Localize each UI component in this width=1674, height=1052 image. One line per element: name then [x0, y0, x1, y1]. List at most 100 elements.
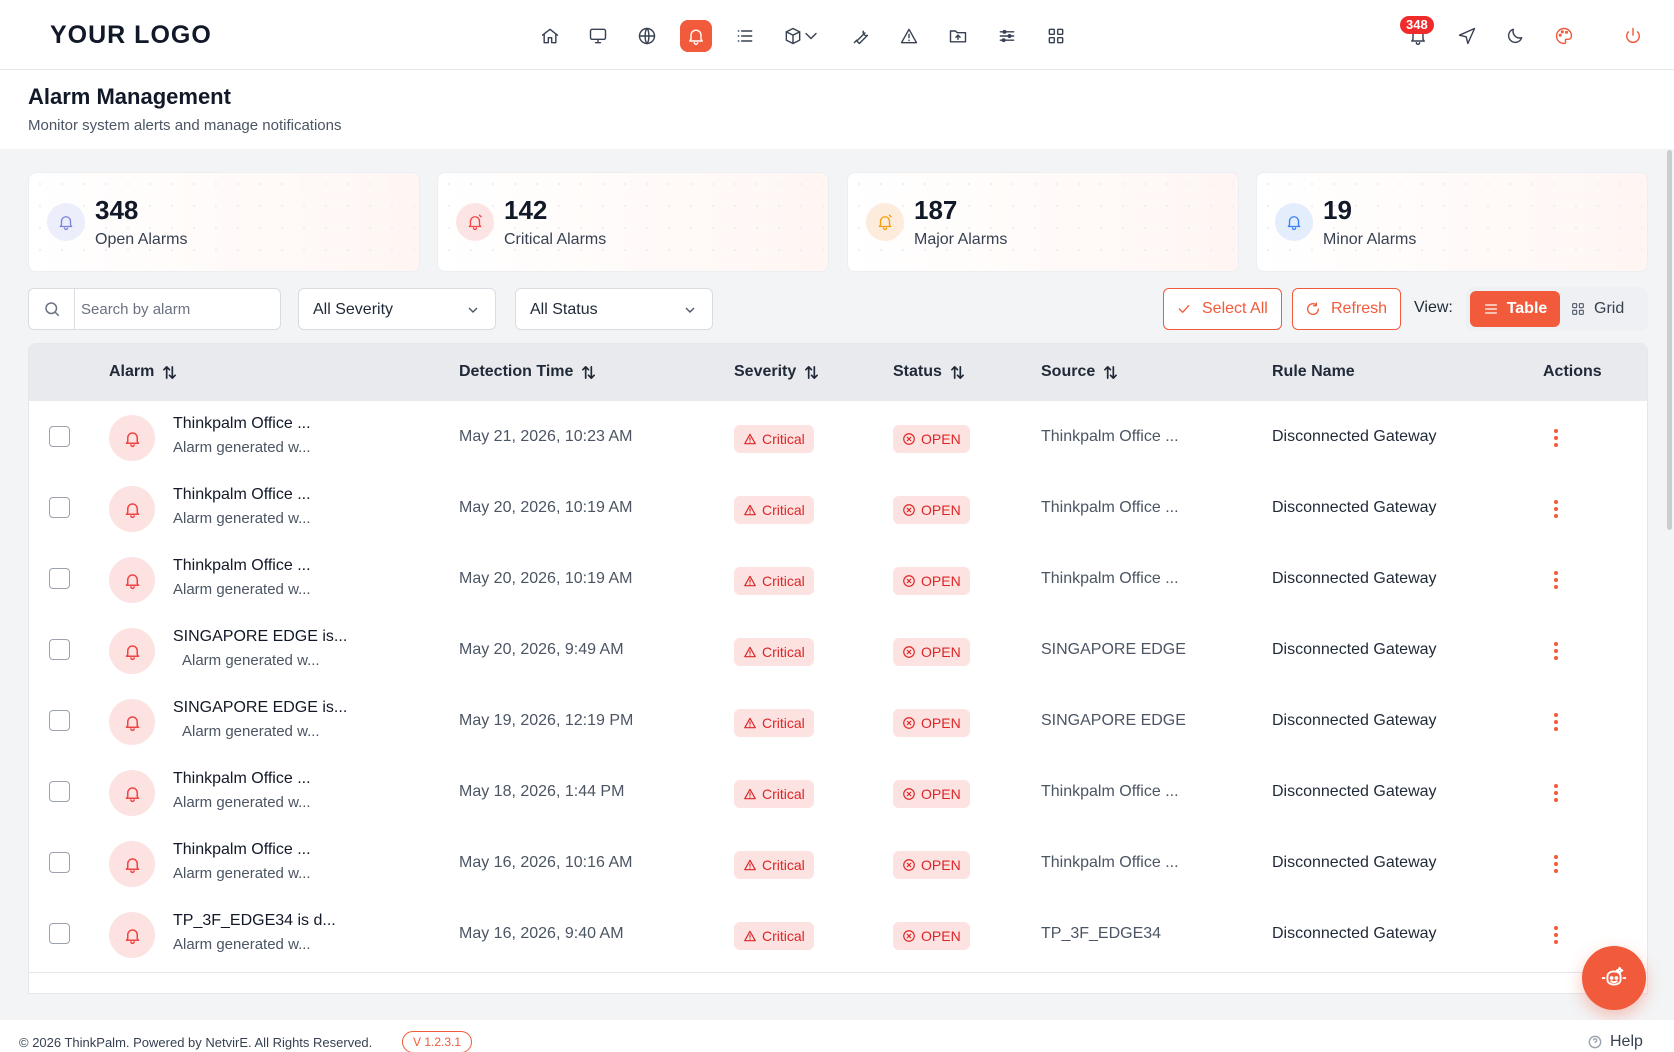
- stat-card-open[interactable]: 348 Open Alarms: [28, 172, 420, 272]
- wrench-icon[interactable]: [845, 20, 877, 52]
- table-row[interactable]: Thinkpalm Office ... Alarm generated w...…: [29, 827, 1647, 902]
- view-table-button[interactable]: Table: [1470, 291, 1560, 327]
- alarm-title[interactable]: Thinkpalm Office ...: [173, 770, 311, 788]
- more-actions-icon[interactable]: [1550, 498, 1562, 520]
- send-icon[interactable]: [1451, 20, 1483, 52]
- detection-time: May 16, 2026, 9:40 AM: [459, 925, 624, 942]
- bell-icon: [1275, 203, 1313, 241]
- table-row[interactable]: SINGAPORE EDGE is... Alarm generated w...…: [29, 685, 1647, 760]
- stat-label: Minor Alarms: [1323, 231, 1417, 248]
- moon-icon[interactable]: [1499, 20, 1531, 52]
- stat-value: 187: [914, 195, 958, 225]
- refresh-button[interactable]: Refresh: [1292, 288, 1401, 330]
- alarm-title[interactable]: SINGAPORE EDGE is...: [173, 628, 347, 646]
- grid-icon[interactable]: [1040, 20, 1072, 52]
- sliders-icon[interactable]: [991, 20, 1023, 52]
- more-actions-icon[interactable]: [1550, 711, 1562, 733]
- monitor-icon[interactable]: [582, 20, 614, 52]
- severity-badge: Critical: [734, 709, 814, 737]
- more-actions-icon[interactable]: [1550, 924, 1562, 946]
- table-row[interactable]: TP_3F_EDGE34 is d... Alarm generated w...…: [29, 898, 1647, 973]
- stat-card-critical[interactable]: 142 Critical Alarms: [437, 172, 829, 272]
- row-checkbox[interactable]: [49, 852, 70, 873]
- list-icon[interactable]: [729, 20, 761, 52]
- column-header-detection-time[interactable]: Detection Time: [459, 363, 596, 381]
- assistant-fab-button[interactable]: [1582, 946, 1646, 1010]
- column-header-source[interactable]: Source: [1041, 363, 1118, 381]
- row-checkbox[interactable]: [49, 923, 70, 944]
- rule-name-cell: Disconnected Gateway: [1272, 570, 1437, 587]
- column-label: Status: [893, 363, 942, 380]
- scrollbar[interactable]: [1667, 150, 1672, 530]
- view-grid-label: Grid: [1594, 300, 1625, 317]
- severity-label: Critical: [762, 502, 805, 518]
- logo[interactable]: YOUR LOGO: [50, 21, 212, 50]
- alarm-title[interactable]: Thinkpalm Office ...: [173, 557, 311, 575]
- select-all-button[interactable]: Select All: [1163, 288, 1282, 330]
- status-select[interactable]: All Status: [515, 288, 713, 330]
- source-cell: Thinkpalm Office ...: [1041, 570, 1179, 587]
- row-checkbox[interactable]: [49, 426, 70, 447]
- source-cell: SINGAPORE EDGE: [1041, 641, 1186, 658]
- row-checkbox[interactable]: [49, 497, 70, 518]
- grid-icon: [1572, 303, 1584, 315]
- alarm-title[interactable]: Thinkpalm Office ...: [173, 486, 311, 504]
- search-input[interactable]: [81, 289, 276, 329]
- alarm-description: Alarm generated w...: [173, 439, 311, 456]
- more-actions-icon[interactable]: [1550, 782, 1562, 804]
- bell-icon[interactable]: [680, 20, 712, 52]
- help-link[interactable]: Help: [1588, 1033, 1643, 1051]
- row-checkbox[interactable]: [49, 639, 70, 660]
- source-cell: Thinkpalm Office ...: [1041, 499, 1179, 516]
- folder-icon[interactable]: [942, 20, 974, 52]
- more-actions-icon[interactable]: [1550, 853, 1562, 875]
- alarm-title[interactable]: SINGAPORE EDGE is...: [173, 699, 347, 717]
- more-actions-icon[interactable]: [1550, 640, 1562, 662]
- alarm-title[interactable]: Thinkpalm Office ...: [173, 841, 311, 859]
- table-row[interactable]: SINGAPORE EDGE is... Alarm generated w...…: [29, 614, 1647, 689]
- more-actions-icon[interactable]: [1550, 569, 1562, 591]
- alarm-description: Alarm generated w...: [173, 581, 311, 598]
- home-icon[interactable]: [534, 20, 566, 52]
- alarm-description: Alarm generated w...: [173, 794, 311, 811]
- status-badge: OPEN: [893, 567, 970, 595]
- column-header-severity[interactable]: Severity: [734, 363, 819, 381]
- chevron-down-icon[interactable]: [798, 20, 824, 52]
- table-row[interactable]: Thinkpalm Office ... Alarm generated w...…: [29, 401, 1647, 476]
- alarms-table: Alarm Detection Time Severity Status Sou…: [28, 343, 1648, 994]
- table-row[interactable]: Thinkpalm Office ... Alarm generated w...…: [29, 543, 1647, 618]
- stat-card-major[interactable]: 187 Major Alarms: [847, 172, 1239, 272]
- warning-icon[interactable]: [893, 20, 925, 52]
- status-badge: OPEN: [893, 780, 970, 808]
- alarm-title[interactable]: Thinkpalm Office ...: [173, 415, 311, 433]
- alarm-title[interactable]: TP_3F_EDGE34 is d...: [173, 912, 336, 930]
- page-header: Alarm Management Monitor system alerts a…: [0, 70, 1674, 149]
- stat-label: Critical Alarms: [504, 231, 607, 248]
- status-badge: OPEN: [893, 851, 970, 879]
- column-header-alarm[interactable]: Alarm: [109, 363, 177, 381]
- table-row[interactable]: Thinkpalm Office ... Alarm generated w...…: [29, 756, 1647, 831]
- row-checkbox[interactable]: [49, 710, 70, 731]
- row-checkbox[interactable]: [49, 781, 70, 802]
- sort-icon: [950, 365, 964, 379]
- palette-icon[interactable]: [1548, 20, 1580, 52]
- robot-sparkle-icon: [1601, 966, 1627, 986]
- column-header-status[interactable]: Status: [893, 363, 965, 381]
- sort-icon: [582, 365, 596, 379]
- more-actions-icon[interactable]: [1550, 427, 1562, 449]
- x-circle-icon: [902, 503, 916, 517]
- bell-icon: [109, 699, 155, 745]
- bell-icon: [109, 628, 155, 674]
- stat-label: Major Alarms: [914, 231, 1008, 248]
- power-icon[interactable]: [1617, 20, 1649, 52]
- status-label: OPEN: [921, 928, 961, 944]
- row-checkbox[interactable]: [49, 568, 70, 589]
- view-grid-button[interactable]: Grid: [1570, 291, 1644, 327]
- stat-card-minor[interactable]: 19 Minor Alarms: [1256, 172, 1648, 272]
- globe-icon[interactable]: [631, 20, 663, 52]
- source-cell: TP_3F_EDGE34: [1041, 925, 1162, 942]
- severity-select[interactable]: All Severity: [298, 288, 496, 330]
- search-icon[interactable]: [29, 289, 75, 329]
- table-row[interactable]: Thinkpalm Office ... Alarm generated w...…: [29, 472, 1647, 547]
- select-all-label: Select All: [1202, 300, 1268, 317]
